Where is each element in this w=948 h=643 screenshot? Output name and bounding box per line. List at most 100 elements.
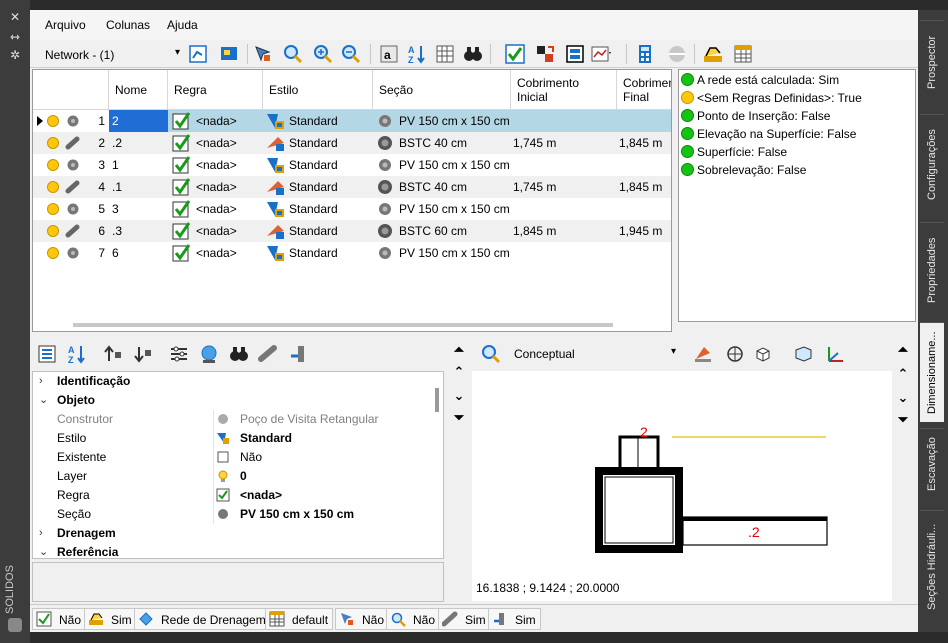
column-header-regra[interactable]: Regra	[168, 70, 263, 110]
zoom-icon[interactable]	[480, 343, 502, 365]
zoom-window-icon[interactable]	[218, 43, 240, 65]
excavation-icon[interactable]	[702, 43, 724, 65]
tab-secoes-hidraulicas[interactable]: Seções Hidráuli...	[920, 510, 944, 622]
cell-regra[interactable]: <nada>	[168, 220, 263, 242]
status-pipe[interactable]: Sim	[438, 608, 491, 630]
horizontal-scrollbar[interactable]	[73, 323, 613, 327]
chevron-up-icon[interactable]: ⌃	[450, 364, 468, 380]
paint-icon[interactable]	[692, 343, 714, 365]
network-select[interactable]: Network - (1) ▾	[38, 43, 183, 65]
table-row[interactable]: 6 .3 <nada> Standard BSTC 60 cm 1,845 m 1,945 …	[33, 220, 671, 242]
menu-colunas[interactable]: Colunas	[106, 18, 150, 32]
property-existente[interactable]: Existente Não	[33, 448, 433, 467]
cell-cobrimento-inicial[interactable]: 1,745 m	[511, 132, 617, 154]
table-row[interactable]: 3 1 <nada> Standard PV 150 cm x 150 cm	[33, 154, 671, 176]
structure-icon[interactable]	[288, 343, 310, 365]
cell-cobrimento-final[interactable]	[617, 242, 671, 264]
first-icon[interactable]: ⏶	[894, 342, 912, 358]
view-direction-icon[interactable]	[792, 343, 814, 365]
globe-icon[interactable]	[198, 343, 220, 365]
tab-configuracoes[interactable]: Configurações	[920, 114, 944, 214]
cell-estilo[interactable]: Standard	[263, 220, 373, 242]
table-row[interactable]: 2 .2 <nada> Standard BSTC 40 cm 1,745 m 1,845 …	[33, 132, 671, 154]
ucs-axis-icon[interactable]	[824, 343, 846, 365]
row-header[interactable]: 2	[33, 132, 109, 154]
tab-escavacao[interactable]: Escavação	[920, 428, 944, 500]
cell-regra[interactable]: <nada>	[168, 154, 263, 176]
cell-nome[interactable]: .1	[109, 176, 168, 198]
row-header[interactable]: 7	[33, 242, 109, 264]
table-icon[interactable]	[732, 43, 754, 65]
zoom-in-icon[interactable]	[312, 43, 334, 65]
profile-view-icon[interactable]	[590, 43, 612, 65]
row-header[interactable]: 6	[33, 220, 109, 242]
pipe-icon[interactable]	[258, 343, 280, 365]
menu-ajuda[interactable]: Ajuda	[167, 18, 198, 32]
cell-regra[interactable]: <nada>	[168, 110, 263, 132]
binoculars-icon[interactable]	[462, 43, 484, 65]
cell-nome[interactable]: .3	[109, 220, 168, 242]
column-header-cobrimento-final[interactable]: Cobrimen Final	[617, 70, 671, 110]
status-structure[interactable]: Sim	[488, 608, 541, 630]
zoom-icon[interactable]	[282, 43, 304, 65]
tab-prospector[interactable]: Prospector	[920, 20, 944, 104]
column-header-nome[interactable]: Nome	[109, 70, 168, 110]
tab-dimensionamento[interactable]: Dimensioname...	[920, 322, 944, 422]
table-row[interactable]: 4 .1 <nada> Standard BSTC 40 cm 1,745 m 1,845 …	[33, 176, 671, 198]
tab-propriedades[interactable]: Propriedades	[920, 222, 944, 318]
cell-secao[interactable]: PV 150 cm x 150 cm	[373, 110, 511, 132]
cell-nome[interactable]: .2	[109, 132, 168, 154]
cell-estilo[interactable]: Standard	[263, 132, 373, 154]
cell-cobrimento-inicial[interactable]: 1,845 m	[511, 220, 617, 242]
cell-regra[interactable]: <nada>	[168, 176, 263, 198]
move-down-icon[interactable]	[132, 343, 154, 365]
cell-cobrimento-inicial[interactable]: 1,745 m	[511, 176, 617, 198]
palette-menu-icon[interactable]: ✲	[10, 48, 20, 62]
vertical-scrollbar[interactable]	[435, 388, 439, 412]
row-header[interactable]: 5	[33, 198, 109, 220]
column-header-secao[interactable]: Seção	[373, 70, 511, 110]
cell-estilo[interactable]: Standard	[263, 198, 373, 220]
cell-estilo[interactable]: Standard	[263, 154, 373, 176]
view-cube-icon[interactable]	[752, 343, 774, 365]
cell-secao[interactable]: PV 150 cm x 150 cm	[373, 198, 511, 220]
sort-az-icon[interactable]: AZ	[406, 43, 428, 65]
cell-secao[interactable]: PV 150 cm x 150 cm	[373, 242, 511, 264]
row-header[interactable]: 1	[33, 110, 109, 132]
auto-hide-icon[interactable]: ⇿	[10, 30, 20, 44]
column-header-estilo[interactable]: Estilo	[263, 70, 373, 110]
property-construtor[interactable]: Construtor Poço de Visita Retangular	[33, 410, 433, 429]
row-header[interactable]: 3	[33, 154, 109, 176]
cell-cobrimento-final[interactable]: 1,845 m	[617, 176, 671, 198]
last-icon[interactable]: ⏷	[894, 412, 912, 428]
chevron-down-icon[interactable]: ⌄	[450, 388, 468, 404]
cell-cobrimento-final[interactable]: 1,945 m	[617, 220, 671, 242]
check-rules-icon[interactable]	[504, 43, 526, 65]
text-format-icon[interactable]: a	[378, 43, 400, 65]
cell-secao[interactable]: PV 150 cm x 150 cm	[373, 154, 511, 176]
categorized-icon[interactable]	[36, 343, 58, 365]
cell-regra[interactable]: <nada>	[168, 198, 263, 220]
column-header-cobrimento-inicial[interactable]: Cobrimento Inicial	[511, 70, 617, 110]
cell-cobrimento-final[interactable]	[617, 110, 671, 132]
visual-style-select[interactable]: Conceptual ▾	[510, 343, 680, 365]
cell-estilo[interactable]: Standard	[263, 242, 373, 264]
status-select[interactable]: Não	[335, 608, 390, 630]
cell-cobrimento-final[interactable]	[617, 154, 671, 176]
cell-regra[interactable]: <nada>	[168, 242, 263, 264]
select-object-icon[interactable]	[252, 43, 274, 65]
row-header[interactable]: 4	[33, 176, 109, 198]
category-objeto[interactable]: ⌄ Objeto	[33, 391, 433, 410]
sort-az-icon[interactable]: AZ	[66, 343, 88, 365]
property-layer[interactable]: Layer 0	[33, 467, 433, 486]
property-secao[interactable]: Seção PV 150 cm x 150 cm	[33, 505, 433, 524]
cell-estilo[interactable]: Standard	[263, 110, 373, 132]
cell-cobrimento-inicial[interactable]	[511, 242, 617, 264]
cell-cobrimento-final[interactable]: 1,845 m	[617, 132, 671, 154]
move-up-icon[interactable]	[102, 343, 124, 365]
chevron-up-icon[interactable]: ⌃	[894, 366, 912, 382]
chevron-down-icon[interactable]: ⌄	[894, 390, 912, 406]
property-regra[interactable]: Regra <nada>	[33, 486, 433, 505]
status-network-type[interactable]: Rede de Drenagem	[134, 608, 271, 630]
status-excavation[interactable]: Sim	[84, 608, 137, 630]
